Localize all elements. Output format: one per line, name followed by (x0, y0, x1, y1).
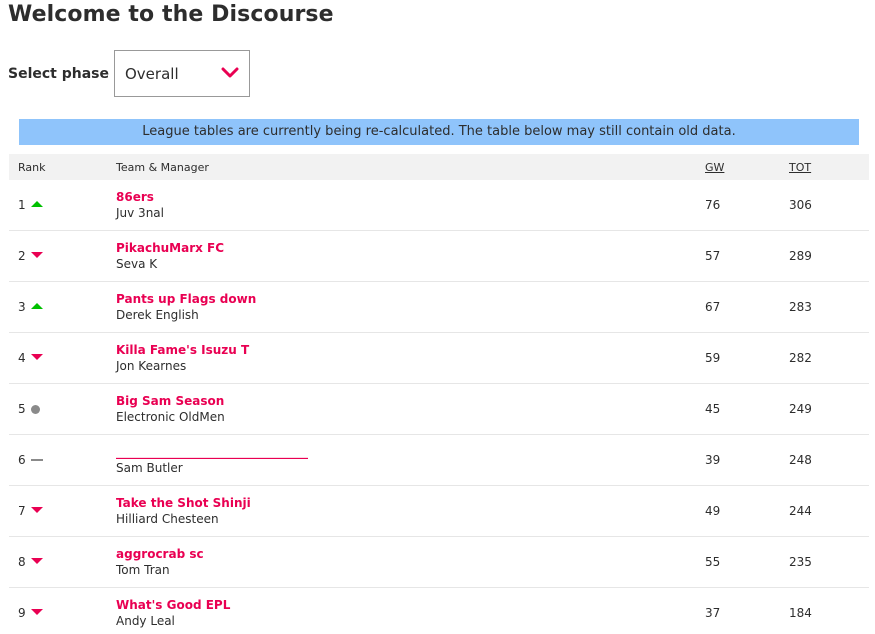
team-name-link[interactable]: Big Sam Season (116, 394, 224, 408)
team-name-link[interactable]: Killa Fame's Isuzu T (116, 343, 249, 357)
table-row: 3 Pants up Flags down Derek English 67 283 (9, 282, 869, 333)
team-name-link[interactable]: PikachuMarx FC (116, 241, 224, 255)
gw-points: 39 (705, 453, 721, 467)
gw-points: 57 (705, 249, 721, 263)
total-points: 249 (789, 402, 812, 416)
total-points: 283 (789, 300, 812, 314)
arrow-down-icon (31, 507, 43, 515)
gw-points: 55 (705, 555, 721, 569)
table-row: 8 aggrocrab sc Tom Tran 55 235 (9, 537, 869, 588)
team-name-link[interactable]: ________________________________ (116, 445, 308, 459)
table-row: 6 ________________________________ Sam But… (9, 435, 869, 486)
total-points: 248 (789, 453, 812, 467)
phase-select[interactable]: Overall (114, 50, 250, 97)
team-name-link[interactable]: aggrocrab sc (116, 547, 204, 561)
arrow-down-icon (31, 609, 43, 617)
manager-name: Hilliard Chesteen (116, 512, 219, 526)
total-points: 235 (789, 555, 812, 569)
arrow-down-icon (31, 354, 43, 362)
page: Welcome to the Discourse Select phase Ov… (0, 0, 875, 634)
table-row: 5 Big Sam Season Electronic OldMen 45 249 (9, 384, 869, 435)
table-row: 7 Take the Shot Shinji Hilliard Chesteen 49… (9, 486, 869, 537)
manager-name: Tom Tran (116, 563, 170, 577)
total-points: 184 (789, 606, 812, 620)
team-name-link[interactable]: Pants up Flags down (116, 292, 256, 306)
table-row: 9 What's Good EPL Andy Leal 37 184 (9, 588, 869, 634)
recalculation-notice: League tables are currently being re-cal… (19, 119, 859, 145)
rank-value: 1 (18, 198, 26, 212)
rank-value: 2 (18, 249, 26, 263)
rank-value: 5 (18, 402, 26, 416)
arrow-up-icon (31, 303, 43, 311)
table-row: 4 Killa Fame's Isuzu T Jon Kearnes 59 282 (9, 333, 869, 384)
total-points: 282 (789, 351, 812, 365)
league-table: Rank Team & Manager GW TOT 1 86ers Juv 3na… (9, 154, 869, 634)
gw-points: 59 (705, 351, 721, 365)
table-header: Rank Team & Manager GW TOT (9, 154, 869, 180)
rank-value: 6 (18, 453, 26, 467)
manager-name: Andy Leal (116, 614, 175, 628)
manager-name: Seva K (116, 257, 158, 271)
header-rank: Rank (18, 161, 46, 174)
select-phase-label: Select phase (8, 66, 110, 82)
header-tot-sort[interactable]: TOT (789, 161, 811, 174)
table-body: 1 86ers Juv 3nal 76 306 2 PikachuMarx FC Seva K… (9, 180, 869, 634)
total-points: 244 (789, 504, 812, 518)
team-name-link[interactable]: What's Good EPL (116, 598, 230, 612)
arrow-down-icon (31, 252, 43, 260)
manager-name: Sam Butler (116, 461, 183, 475)
manager-name: Derek English (116, 308, 199, 322)
rank-value: 7 (18, 504, 26, 518)
manager-name: Jon Kearnes (116, 359, 187, 373)
header-team-manager: Team & Manager (116, 161, 209, 174)
table-row: 1 86ers Juv 3nal 76 306 (9, 180, 869, 231)
rank-value: 9 (18, 606, 26, 620)
total-points: 289 (789, 249, 812, 263)
gw-points: 67 (705, 300, 721, 314)
rank-value: 4 (18, 351, 26, 365)
table-row: 2 PikachuMarx FC Seva K 57 289 (9, 231, 869, 282)
team-name-link[interactable]: Take the Shot Shinji (116, 496, 251, 510)
manager-name: Juv 3nal (116, 206, 164, 220)
gw-points: 37 (705, 606, 721, 620)
rank-value: 8 (18, 555, 26, 569)
dash-icon (31, 456, 43, 464)
gw-points: 76 (705, 198, 721, 212)
total-points: 306 (789, 198, 812, 212)
header-gw-sort[interactable]: GW (705, 161, 724, 174)
rank-value: 3 (18, 300, 26, 314)
team-name-link[interactable]: 86ers (116, 190, 154, 204)
arrow-down-icon (31, 558, 43, 566)
arrow-up-icon (31, 201, 43, 209)
phase-select-value: Overall (125, 65, 179, 83)
circle-icon (31, 405, 43, 414)
page-title: Welcome to the Discourse (8, 2, 334, 27)
manager-name: Electronic OldMen (116, 410, 225, 424)
gw-points: 45 (705, 402, 721, 416)
gw-points: 49 (705, 504, 721, 518)
chevron-down-icon (221, 67, 239, 78)
